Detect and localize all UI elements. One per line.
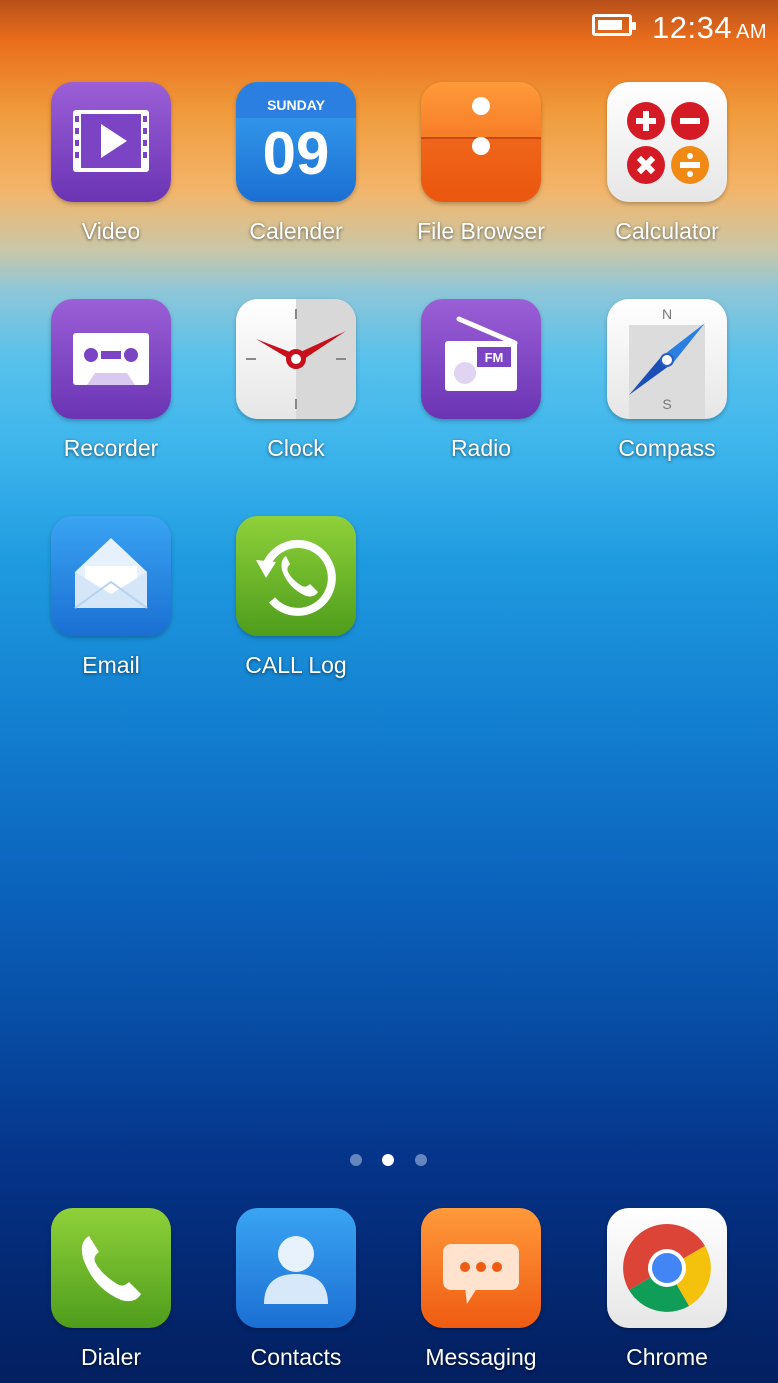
app-label: Contacts <box>250 1344 342 1370</box>
file-browser-icon <box>421 82 541 202</box>
app-radio[interactable]: FM Radio <box>391 299 571 462</box>
status-clock: 12:34 AM <box>652 10 767 46</box>
app-calendar[interactable]: SUNDAY 09 Calender <box>206 82 386 245</box>
radio-fm-label: FM <box>485 350 504 365</box>
battery-icon <box>592 14 636 36</box>
app-label: Email <box>82 652 140 678</box>
page-dot[interactable] <box>415 1154 427 1166</box>
app-calculator[interactable]: Calculator <box>577 82 757 245</box>
app-label: Compass <box>618 435 716 461</box>
dock-chrome[interactable]: Chrome <box>577 1208 757 1371</box>
app-label: CALL Log <box>245 652 347 678</box>
app-label: File Browser <box>417 218 545 244</box>
recorder-icon <box>51 299 171 419</box>
app-email[interactable]: Email <box>21 516 201 679</box>
app-clock[interactable]: Clock <box>206 299 386 462</box>
app-call-log[interactable]: CALL Log <box>206 516 386 679</box>
status-time: 12:34 <box>652 10 733 45</box>
dock-dialer[interactable]: Dialer <box>21 1208 201 1371</box>
app-recorder[interactable]: Recorder <box>21 299 201 462</box>
video-icon <box>51 82 171 202</box>
calculator-icon <box>607 82 727 202</box>
dock-contacts[interactable]: Contacts <box>206 1208 386 1371</box>
app-label: Radio <box>450 435 512 461</box>
compass-north: N <box>662 306 672 322</box>
app-label: Clock <box>267 435 325 461</box>
compass-south: S <box>662 396 671 412</box>
app-label: Dialer <box>80 1344 142 1370</box>
status-ampm: AM <box>736 21 768 43</box>
phone-icon <box>51 1208 171 1328</box>
calendar-date: 09 <box>263 120 330 187</box>
page-dot[interactable] <box>350 1154 362 1166</box>
chrome-icon <box>607 1208 727 1328</box>
page-dot-active[interactable] <box>382 1154 394 1166</box>
email-icon <box>51 516 171 636</box>
contacts-icon <box>236 1208 356 1328</box>
dock-messaging[interactable]: Messaging <box>391 1208 571 1371</box>
app-label: Video <box>81 218 141 244</box>
calendar-icon: SUNDAY 09 <box>236 82 356 202</box>
status-bar: 12:34 AM <box>0 0 778 56</box>
app-compass[interactable]: N S Compass <box>577 299 757 462</box>
app-label: Messaging <box>425 1344 537 1370</box>
app-file-browser[interactable]: File Browser <box>391 82 571 245</box>
compass-icon: N S <box>607 299 727 419</box>
radio-icon: FM <box>421 299 541 419</box>
call-log-icon <box>236 516 356 636</box>
app-label: Calculator <box>615 218 719 244</box>
clock-icon <box>236 299 356 419</box>
app-label: Chrome <box>626 1344 708 1370</box>
app-label: Recorder <box>63 435 159 461</box>
calendar-day: SUNDAY <box>267 97 325 113</box>
app-label: Calender <box>249 218 343 244</box>
app-video[interactable]: Video <box>21 82 201 245</box>
messaging-icon <box>421 1208 541 1328</box>
page-indicator <box>350 1154 430 1168</box>
